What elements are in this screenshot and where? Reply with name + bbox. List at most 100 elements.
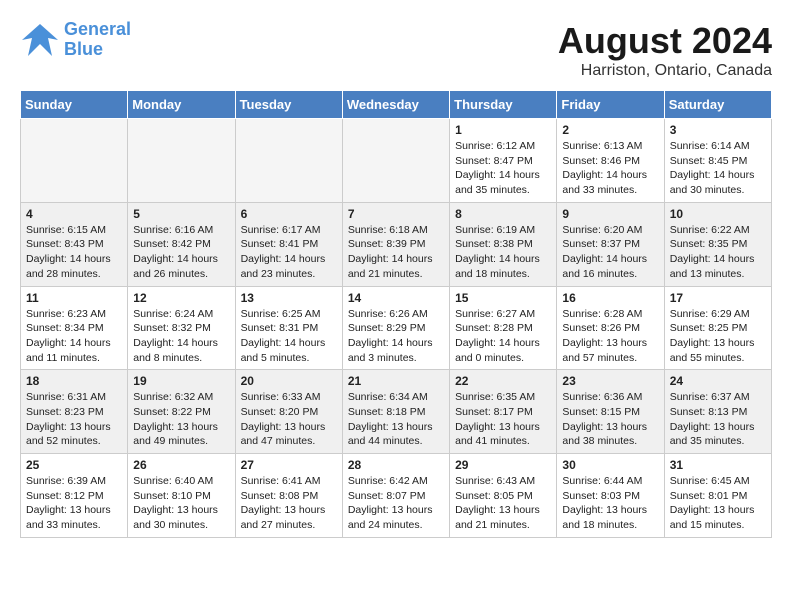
logo-blue: Blue bbox=[64, 39, 103, 59]
calendar-cell: 17 Sunrise: 6:29 AMSunset: 8:25 PMDayligh… bbox=[664, 286, 771, 370]
logo-icon bbox=[20, 22, 60, 58]
day-number: 8 bbox=[455, 207, 551, 221]
day-number: 4 bbox=[26, 207, 122, 221]
day-number: 22 bbox=[455, 374, 551, 388]
day-number: 13 bbox=[241, 291, 337, 305]
day-info: Sunrise: 6:23 AMSunset: 8:34 PMDaylight:… bbox=[26, 307, 122, 366]
day-number: 15 bbox=[455, 291, 551, 305]
day-number: 20 bbox=[241, 374, 337, 388]
day-info: Sunrise: 6:20 AMSunset: 8:37 PMDaylight:… bbox=[562, 223, 658, 282]
day-number: 10 bbox=[670, 207, 766, 221]
week-row-4: 18 Sunrise: 6:31 AMSunset: 8:23 PMDayligh… bbox=[21, 370, 772, 454]
day-info: Sunrise: 6:40 AMSunset: 8:10 PMDaylight:… bbox=[133, 474, 229, 533]
day-header-thursday: Thursday bbox=[450, 91, 557, 119]
day-info: Sunrise: 6:31 AMSunset: 8:23 PMDaylight:… bbox=[26, 390, 122, 449]
calendar-cell bbox=[21, 119, 128, 203]
calendar-cell: 9Sunrise: 6:20 AMSunset: 8:37 PMDaylight… bbox=[557, 202, 664, 286]
title-area: August 2024 Harriston, Ontario, Canada bbox=[558, 20, 772, 80]
day-number: 12 bbox=[133, 291, 229, 305]
day-header-friday: Friday bbox=[557, 91, 664, 119]
day-number: 16 bbox=[562, 291, 658, 305]
calendar-cell: 12 Sunrise: 6:24 AMSunset: 8:32 PMDayligh… bbox=[128, 286, 235, 370]
calendar-cell: 6Sunrise: 6:17 AMSunset: 8:41 PMDaylight… bbox=[235, 202, 342, 286]
week-row-5: 25 Sunrise: 6:39 AMSunset: 8:12 PMDayligh… bbox=[21, 454, 772, 538]
calendar-cell bbox=[235, 119, 342, 203]
calendar-cell bbox=[342, 119, 449, 203]
day-number: 7 bbox=[348, 207, 444, 221]
day-info: Sunrise: 6:35 AMSunset: 8:17 PMDaylight:… bbox=[455, 390, 551, 449]
day-info: Sunrise: 6:44 AMSunset: 8:03 PMDaylight:… bbox=[562, 474, 658, 533]
calendar-cell: 16 Sunrise: 6:28 AMSunset: 8:26 PMDayligh… bbox=[557, 286, 664, 370]
month-year: August 2024 bbox=[558, 20, 772, 62]
calendar-cell: 19 Sunrise: 6:32 AMSunset: 8:22 PMDayligh… bbox=[128, 370, 235, 454]
day-number: 30 bbox=[562, 458, 658, 472]
day-number: 5 bbox=[133, 207, 229, 221]
day-info: Sunrise: 6:27 AMSunset: 8:28 PMDaylight:… bbox=[455, 307, 551, 366]
calendar-cell: 26 Sunrise: 6:40 AMSunset: 8:10 PMDayligh… bbox=[128, 454, 235, 538]
day-number: 11 bbox=[26, 291, 122, 305]
day-info: Sunrise: 6:29 AMSunset: 8:25 PMDaylight:… bbox=[670, 307, 766, 366]
day-info: Sunrise: 6:15 AMSunset: 8:43 PMDaylight:… bbox=[26, 223, 122, 282]
calendar-cell: 27 Sunrise: 6:41 AMSunset: 8:08 PMDayligh… bbox=[235, 454, 342, 538]
calendar-cell: 13 Sunrise: 6:25 AMSunset: 8:31 PMDayligh… bbox=[235, 286, 342, 370]
day-number: 14 bbox=[348, 291, 444, 305]
day-header-wednesday: Wednesday bbox=[342, 91, 449, 119]
day-info: Sunrise: 6:39 AMSunset: 8:12 PMDaylight:… bbox=[26, 474, 122, 533]
day-number: 29 bbox=[455, 458, 551, 472]
day-number: 1 bbox=[455, 123, 551, 137]
day-number: 19 bbox=[133, 374, 229, 388]
day-info: Sunrise: 6:41 AMSunset: 8:08 PMDaylight:… bbox=[241, 474, 337, 533]
calendar-cell: 7Sunrise: 6:18 AMSunset: 8:39 PMDaylight… bbox=[342, 202, 449, 286]
day-info: Sunrise: 6:25 AMSunset: 8:31 PMDaylight:… bbox=[241, 307, 337, 366]
day-number: 24 bbox=[670, 374, 766, 388]
day-info: Sunrise: 6:14 AMSunset: 8:45 PMDaylight:… bbox=[670, 139, 766, 198]
day-info: Sunrise: 6:42 AMSunset: 8:07 PMDaylight:… bbox=[348, 474, 444, 533]
calendar-cell: 29 Sunrise: 6:43 AMSunset: 8:05 PMDayligh… bbox=[450, 454, 557, 538]
calendar-cell: 10 Sunrise: 6:22 AMSunset: 8:35 PMDayligh… bbox=[664, 202, 771, 286]
day-info: Sunrise: 6:24 AMSunset: 8:32 PMDaylight:… bbox=[133, 307, 229, 366]
calendar-cell: 4 Sunrise: 6:15 AMSunset: 8:43 PMDaylight… bbox=[21, 202, 128, 286]
day-number: 6 bbox=[241, 207, 337, 221]
calendar-cell: 3 Sunrise: 6:14 AMSunset: 8:45 PMDaylight… bbox=[664, 119, 771, 203]
day-info: Sunrise: 6:28 AMSunset: 8:26 PMDaylight:… bbox=[562, 307, 658, 366]
calendar-cell: 23Sunrise: 6:36 AMSunset: 8:15 PMDayligh… bbox=[557, 370, 664, 454]
calendar-cell: 28 Sunrise: 6:42 AMSunset: 8:07 PMDayligh… bbox=[342, 454, 449, 538]
day-number: 17 bbox=[670, 291, 766, 305]
week-row-1: 1 Sunrise: 6:12 AMSunset: 8:47 PMDaylight… bbox=[21, 119, 772, 203]
calendar-cell: 18 Sunrise: 6:31 AMSunset: 8:23 PMDayligh… bbox=[21, 370, 128, 454]
day-info: Sunrise: 6:32 AMSunset: 8:22 PMDaylight:… bbox=[133, 390, 229, 449]
day-number: 2 bbox=[562, 123, 658, 137]
calendar-cell: 25 Sunrise: 6:39 AMSunset: 8:12 PMDayligh… bbox=[21, 454, 128, 538]
calendar-cell: 20 Sunrise: 6:33 AMSunset: 8:20 PMDayligh… bbox=[235, 370, 342, 454]
calendar-cell: 8Sunrise: 6:19 AMSunset: 8:38 PMDaylight… bbox=[450, 202, 557, 286]
calendar-cell: 24Sunrise: 6:37 AMSunset: 8:13 PMDayligh… bbox=[664, 370, 771, 454]
day-info: Sunrise: 6:34 AMSunset: 8:18 PMDaylight:… bbox=[348, 390, 444, 449]
day-info: Sunrise: 6:12 AMSunset: 8:47 PMDaylight:… bbox=[455, 139, 551, 198]
logo-text: General Blue bbox=[64, 20, 131, 60]
day-number: 21 bbox=[348, 374, 444, 388]
day-number: 18 bbox=[26, 374, 122, 388]
calendar-cell: 31Sunrise: 6:45 AMSunset: 8:01 PMDayligh… bbox=[664, 454, 771, 538]
calendar-cell: 5Sunrise: 6:16 AMSunset: 8:42 PMDaylight… bbox=[128, 202, 235, 286]
day-number: 27 bbox=[241, 458, 337, 472]
day-info: Sunrise: 6:45 AMSunset: 8:01 PMDaylight:… bbox=[670, 474, 766, 533]
calendar-cell: 1 Sunrise: 6:12 AMSunset: 8:47 PMDaylight… bbox=[450, 119, 557, 203]
logo: General Blue bbox=[20, 20, 131, 60]
week-row-3: 11 Sunrise: 6:23 AMSunset: 8:34 PMDayligh… bbox=[21, 286, 772, 370]
day-info: Sunrise: 6:33 AMSunset: 8:20 PMDaylight:… bbox=[241, 390, 337, 449]
day-info: Sunrise: 6:36 AMSunset: 8:15 PMDaylight:… bbox=[562, 390, 658, 449]
day-number: 26 bbox=[133, 458, 229, 472]
day-info: Sunrise: 6:43 AMSunset: 8:05 PMDaylight:… bbox=[455, 474, 551, 533]
calendar-cell: 21 Sunrise: 6:34 AMSunset: 8:18 PMDayligh… bbox=[342, 370, 449, 454]
calendar-cell: 30 Sunrise: 6:44 AMSunset: 8:03 PMDayligh… bbox=[557, 454, 664, 538]
day-number: 28 bbox=[348, 458, 444, 472]
calendar-cell: 14Sunrise: 6:26 AMSunset: 8:29 PMDayligh… bbox=[342, 286, 449, 370]
day-header-saturday: Saturday bbox=[664, 91, 771, 119]
day-number: 3 bbox=[670, 123, 766, 137]
day-number: 25 bbox=[26, 458, 122, 472]
location: Harriston, Ontario, Canada bbox=[558, 62, 772, 80]
calendar-cell bbox=[128, 119, 235, 203]
day-header-tuesday: Tuesday bbox=[235, 91, 342, 119]
day-info: Sunrise: 6:22 AMSunset: 8:35 PMDaylight:… bbox=[670, 223, 766, 282]
header: General Blue August 2024 Harriston, Onta… bbox=[20, 20, 772, 80]
